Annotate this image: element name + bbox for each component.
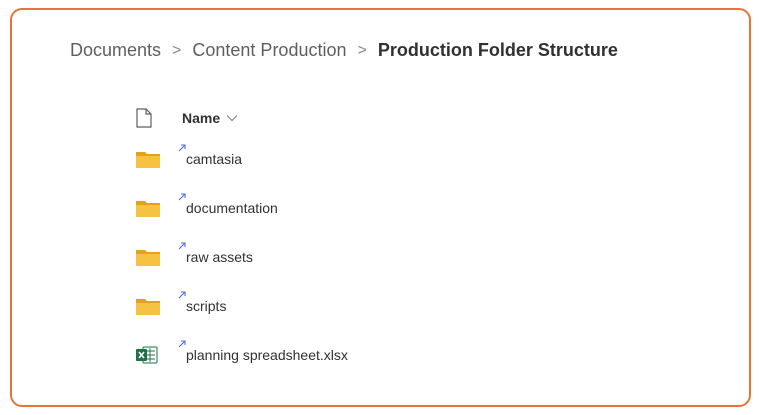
list-item[interactable]: camtasia [136,134,556,183]
item-name-text: scripts [186,297,227,314]
list-item[interactable]: scripts [136,281,556,330]
breadcrumb-content-production[interactable]: Content Production [192,40,346,61]
folder-icon [136,196,182,220]
screenshot-frame: Documents > Content Production > Product… [10,8,751,407]
item-name[interactable]: documentation [178,192,278,216]
item-name[interactable]: scripts [178,290,227,314]
folder-icon [136,294,182,318]
list-header: Name [136,102,556,134]
list-item[interactable]: raw assets [136,232,556,281]
breadcrumb-documents[interactable]: Documents [70,40,161,61]
folder-icon [136,245,182,269]
list-item[interactable]: planning spreadsheet.xlsx [136,330,556,379]
breadcrumb-separator: > [357,41,367,59]
new-item-icon [178,141,188,151]
excel-file-icon [136,343,182,367]
new-item-icon [178,288,188,298]
item-name-text: planning spreadsheet.xlsx [186,346,348,363]
new-item-icon [178,239,188,249]
file-list: Name camtasia documentation raw assets s… [136,102,556,379]
new-item-icon [178,337,188,347]
item-name[interactable]: camtasia [178,143,243,167]
name-column-header[interactable]: Name [182,110,238,126]
item-name-text: raw assets [186,248,253,265]
breadcrumb: Documents > Content Production > Product… [70,40,618,61]
item-name-text: documentation [186,199,278,216]
item-name-text: camtasia [186,150,243,167]
chevron-down-icon [226,114,238,122]
folder-icon [136,147,182,171]
item-name[interactable]: raw assets [178,241,253,265]
new-item-icon [178,190,188,200]
list-item[interactable]: documentation [136,183,556,232]
file-type-header-icon[interactable] [136,106,182,130]
name-column-label: Name [182,110,221,126]
breadcrumb-separator: > [172,41,182,59]
breadcrumb-current-folder: Production Folder Structure [377,40,618,60]
item-name[interactable]: planning spreadsheet.xlsx [178,339,348,363]
